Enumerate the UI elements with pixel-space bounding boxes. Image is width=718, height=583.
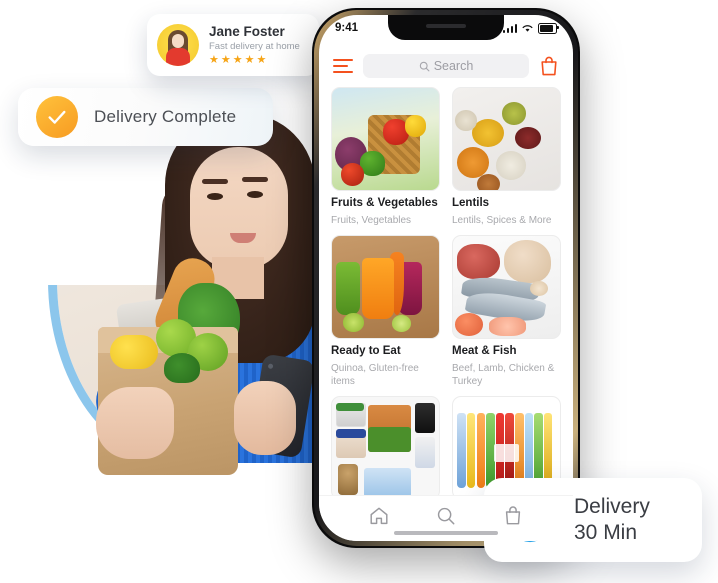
check-circle-icon xyxy=(36,96,78,138)
star-rating: ★ ★ ★ ★ ★ xyxy=(209,55,300,66)
star-icon: ★ xyxy=(220,54,231,67)
tab-home[interactable] xyxy=(368,505,390,532)
category-card[interactable]: Lentils Lentils, Spices & More xyxy=(452,87,561,227)
category-title: Ready to Eat xyxy=(331,344,401,357)
search-icon xyxy=(419,61,430,71)
category-subtitle: Quinoa, Gluten-free items xyxy=(331,362,419,387)
shopping-bag-icon[interactable] xyxy=(539,55,559,77)
delivery-label: Delivery xyxy=(574,494,650,518)
star-icon: ★ xyxy=(232,54,243,67)
category-card[interactable]: Ready to Eat Quinoa, Gluten-free items xyxy=(331,234,440,388)
hero-illustration: Delivery Complete Jane Foster Fast deliv… xyxy=(0,0,718,583)
hamburger-menu-icon[interactable] xyxy=(333,58,353,74)
user-review-card: Jane Foster Fast delivery at home ★ ★ ★ … xyxy=(147,14,319,76)
tab-bag[interactable] xyxy=(502,505,524,532)
category-card[interactable]: Fruits & Vegetables Fruits, Vegetables xyxy=(331,87,440,227)
app-header: Search xyxy=(319,49,573,83)
meat-fish-image xyxy=(452,234,561,339)
category-card[interactable] xyxy=(331,395,440,495)
smoothie-juices-image xyxy=(331,234,440,339)
woman-with-groceries-photo xyxy=(60,105,338,475)
status-time: 9:41 xyxy=(335,22,359,34)
search-input[interactable]: Search xyxy=(363,54,529,78)
wifi-icon xyxy=(522,25,533,32)
search-icon xyxy=(437,507,455,525)
category-title: Meat & Fish xyxy=(452,344,517,357)
category-subtitle: Lentils, Spices & More xyxy=(452,214,552,226)
category-list[interactable]: Fruits & Vegetables Fruits, Vegetables L… xyxy=(319,87,573,495)
category-subtitle: Fruits, Vegetables xyxy=(331,214,412,226)
home-icon xyxy=(370,507,388,525)
vegetable-basket-image xyxy=(331,87,440,191)
battery-icon xyxy=(538,22,559,34)
category-title: Fruits & Vegetables xyxy=(331,197,438,209)
user-subtitle: Fast delivery at home xyxy=(209,40,300,52)
user-name: Jane Foster xyxy=(209,23,285,39)
category-title: Lentils xyxy=(452,197,490,209)
signal-bars-icon xyxy=(502,23,517,33)
tab-search[interactable] xyxy=(435,505,457,532)
star-icon: ★ xyxy=(209,54,219,67)
smartphone-mockup: 9:41 Search Fruits & Vegetables Fruits, … xyxy=(312,8,580,548)
delivery-complete-label: Delivery Complete xyxy=(94,107,237,126)
search-placeholder-text: Search xyxy=(433,59,474,73)
category-card[interactable]: Meat & Fish Beef, Lamb, Chicken & Turkey xyxy=(452,234,561,388)
packaged-food-image xyxy=(331,395,440,495)
shopping-bag-icon xyxy=(506,506,521,525)
avatar xyxy=(157,24,199,66)
home-indicator xyxy=(394,531,498,535)
star-icon: ★ xyxy=(244,54,255,67)
star-icon: ★ xyxy=(256,54,267,67)
category-subtitle: Beef, Lamb, Chicken & Turkey xyxy=(452,362,555,387)
delivery-duration: 30 Min xyxy=(574,521,638,544)
delivery-complete-badge: Delivery Complete xyxy=(18,88,273,146)
phone-notch xyxy=(388,15,504,40)
lentil-bowls-image xyxy=(452,87,561,191)
